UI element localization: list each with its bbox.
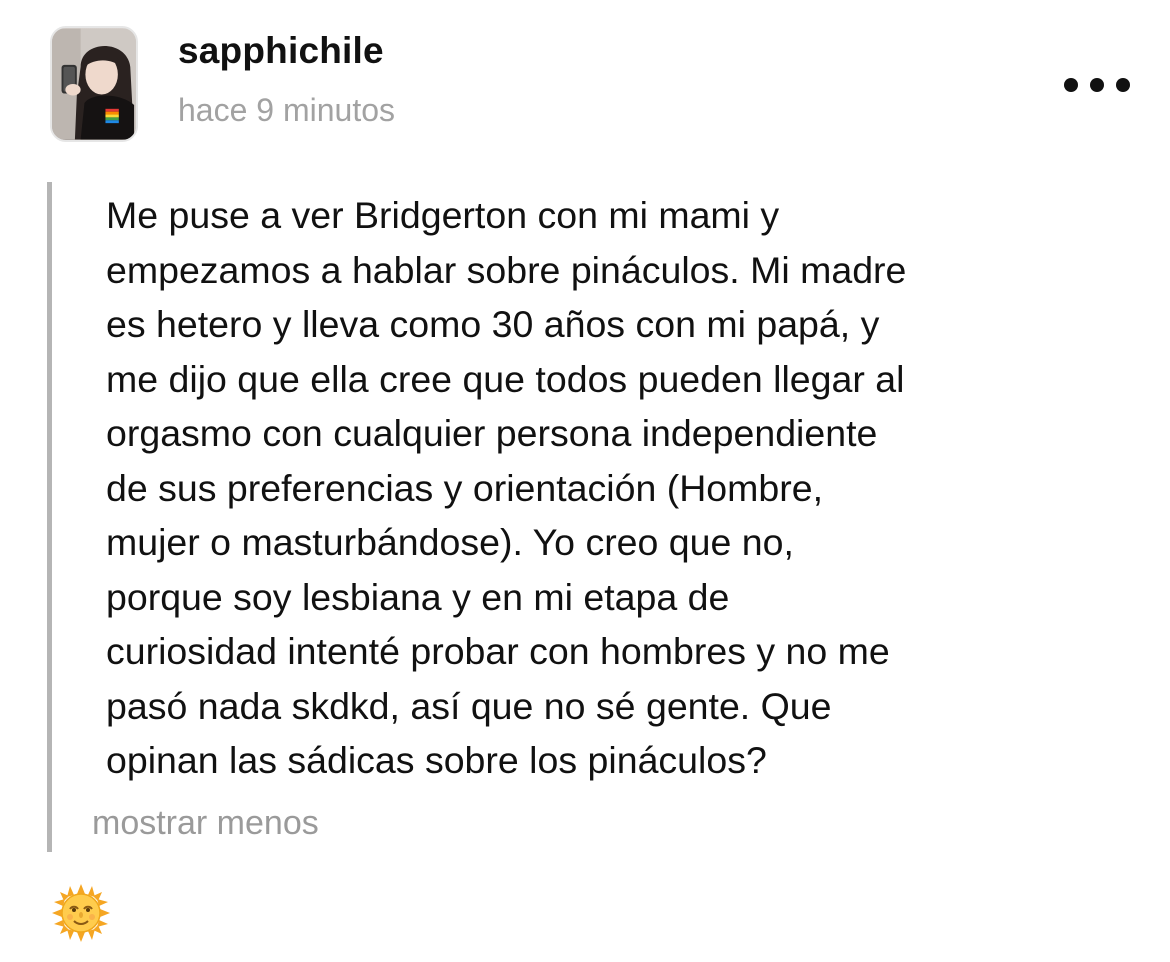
more-horizontal-icon <box>1116 78 1130 92</box>
avatar[interactable] <box>50 26 138 142</box>
post-body-quote: Me puse a ver Bridgerton con mi mami y e… <box>47 182 1127 852</box>
post-header: sapphichile hace 9 minutos <box>50 26 1130 146</box>
post-text: Me puse a ver Bridgerton con mi mami y e… <box>106 188 1126 788</box>
post-timestamp: hace 9 minutos <box>178 92 396 128</box>
sun-with-face-icon <box>52 884 110 942</box>
post-text-line: Me puse a ver Bridgerton con mi mami y <box>106 194 780 236</box>
more-horizontal-icon <box>1090 78 1104 92</box>
show-less-link[interactable]: mostrar menos <box>92 804 319 843</box>
post-text-line: curiosidad intenté probar con hombres y … <box>106 630 890 672</box>
reaction-button[interactable] <box>52 884 110 942</box>
post-text-line: me dijo que ella cree que todos pueden l… <box>106 357 905 400</box>
avatar-photo <box>52 28 136 140</box>
more-horizontal-icon <box>1064 78 1078 92</box>
post-text-line: empezamos a hablar sobre pináculos. Mi m… <box>106 248 907 291</box>
post-text-line: porque soy lesbiana y en mi etapa de <box>106 575 730 618</box>
author-username[interactable]: sapphichile <box>178 30 384 72</box>
post-text-line: opinan las sádicas sobre los pináculos? <box>106 739 767 781</box>
post-text-line: de sus preferencias y orientación (Hombr… <box>106 466 824 509</box>
post-text-line: mujer o masturbándose). Yo creo que no, <box>106 521 794 563</box>
post-text-line: pasó nada skdkd, así que no sé gente. Qu… <box>106 684 832 727</box>
post-text-line: orgasmo con cualquier persona independie… <box>106 412 878 454</box>
more-options-button[interactable] <box>1064 72 1130 98</box>
post-text-line: es hetero y lleva como 30 años con mi pa… <box>106 303 880 345</box>
